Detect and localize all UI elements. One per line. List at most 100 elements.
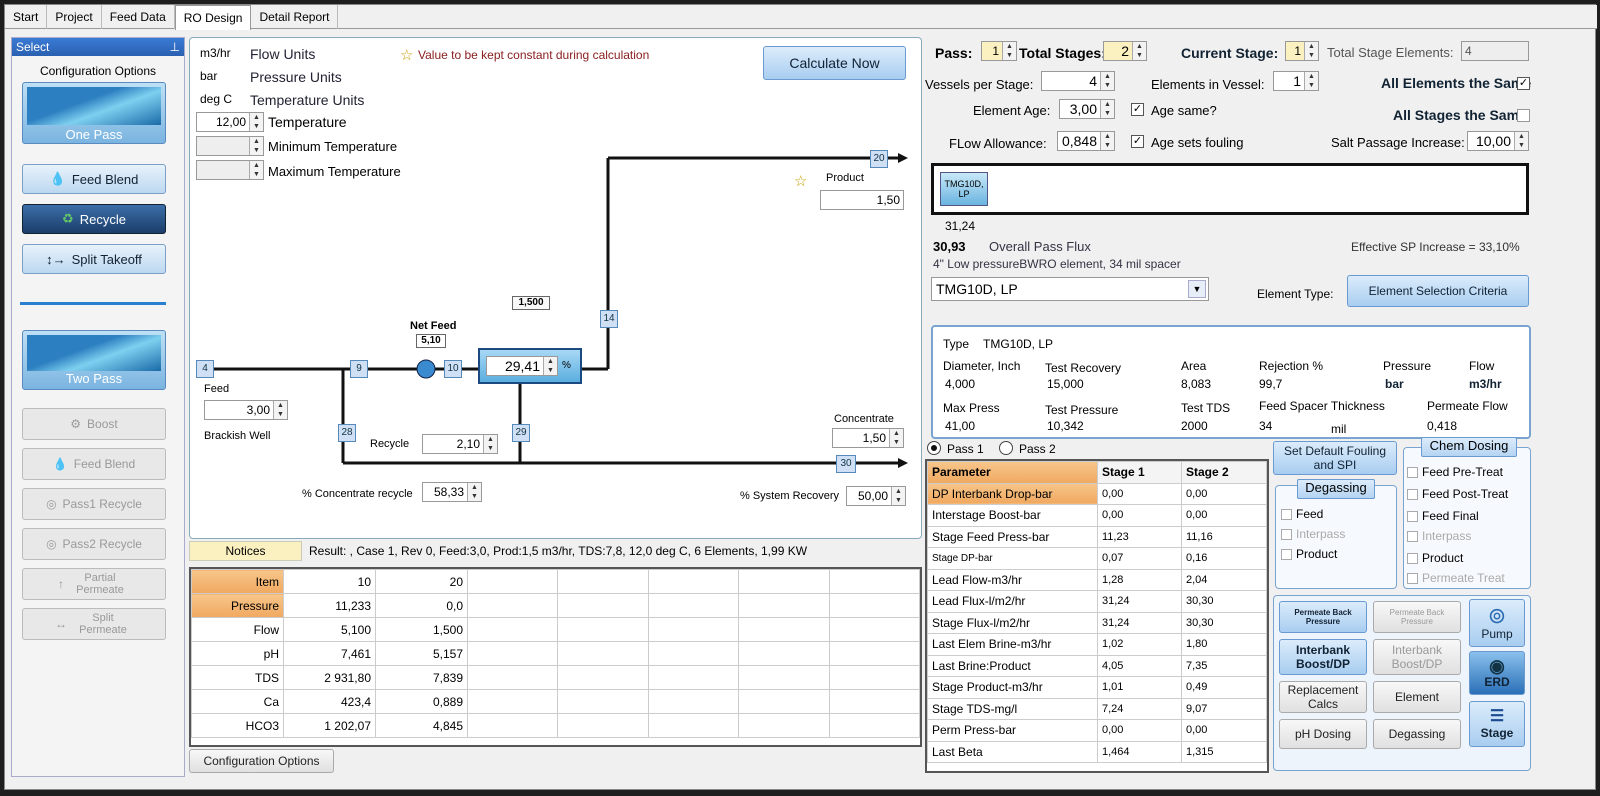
system-recovery-input[interactable]: 50,00 ▲ ▼ — [846, 486, 906, 506]
partial-permeate-button[interactable]: ↑ Partial Permeate — [22, 568, 166, 600]
node-30[interactable]: 30 — [836, 455, 856, 473]
set-default-fouling-button[interactable]: Set Default Fouling and SPI — [1273, 441, 1397, 475]
pass1-recycle-button[interactable]: ◎ Pass1 Recycle — [22, 488, 166, 520]
node-29[interactable]: 29 — [512, 424, 530, 442]
elements-vessel-input[interactable]: 1 ▲ ▼ — [1273, 71, 1319, 91]
element-button[interactable]: Element — [1373, 681, 1461, 713]
element-selection-criteria-button[interactable]: Element Selection Criteria — [1347, 275, 1529, 307]
table-row[interactable]: Ca 423,4 0,889 — [191, 689, 920, 714]
boost-button[interactable]: ⚙ Boost — [22, 408, 166, 440]
table-row[interactable]: pH 7,461 5,157 — [191, 641, 920, 666]
interbank-boost-button[interactable]: Interbank Boost/DP — [1279, 639, 1367, 675]
all-elements-same-checkbox[interactable]: ✓ — [1517, 77, 1530, 90]
table-row[interactable]: Lead Flux-l/m2/hr 31,24 30,30 — [927, 590, 1267, 613]
chem-pre-treat-checkbox[interactable]: Feed Pre-Treat — [1407, 465, 1503, 479]
product-input[interactable]: 1,50 — [820, 190, 904, 210]
configuration-options-button[interactable]: Configuration Options — [189, 749, 334, 773]
spin-arrows-icon[interactable]: ▲ ▼ — [1514, 132, 1528, 150]
spin-arrows-icon[interactable]: ▲ ▼ — [889, 429, 903, 447]
spin-arrows-icon[interactable]: ▲ ▼ — [1304, 72, 1318, 90]
element-select[interactable]: TMG10D, LP ▼ — [931, 277, 1209, 301]
table-row[interactable]: Perm Press-bar 0,00 0,00 — [927, 719, 1267, 742]
table-row[interactable]: HCO3 1 202,07 4,845 — [191, 713, 920, 738]
pump-icon[interactable] — [416, 359, 436, 379]
permeate-back-pressure-button[interactable]: Permeate Back Pressure — [1279, 601, 1367, 633]
feed-blend-disabled-button[interactable]: 💧 Feed Blend — [22, 448, 166, 480]
table-row[interactable]: TDS 2 931,80 7,839 — [191, 665, 920, 690]
table-row[interactable]: Pressure 11,233 0,0 — [191, 593, 920, 618]
two-pass-button[interactable]: Two Pass — [22, 330, 166, 390]
node-28[interactable]: 28 — [338, 424, 356, 442]
flow-allowance-input[interactable]: 0,848 ▲ ▼ — [1057, 131, 1115, 151]
pass2-recycle-button[interactable]: ◎ Pass2 Recycle — [22, 528, 166, 560]
node-9[interactable]: 9 — [350, 360, 368, 378]
degassing-button[interactable]: Degassing — [1373, 719, 1461, 749]
concentrate-input[interactable]: 1,50 ▲ ▼ — [832, 428, 904, 448]
table-row[interactable]: Stage Feed Press-bar 11,23 11,16 — [927, 525, 1267, 548]
replacement-calcs-button[interactable]: Replacement Calcs — [1279, 681, 1367, 713]
feed-input[interactable]: 3,00 ▲ ▼ — [204, 400, 288, 420]
chem-product-checkbox[interactable]: Product — [1407, 551, 1463, 565]
spin-arrows-icon[interactable]: ▲ ▼ — [273, 401, 287, 419]
one-pass-button[interactable]: One Pass — [22, 82, 166, 144]
table-row[interactable]: Stage TDS-mg/l 7,24 9,07 — [927, 697, 1267, 720]
chem-permeate-treat-checkbox[interactable]: Permeate Treat — [1407, 571, 1505, 585]
age-same-checkbox[interactable]: ✓ — [1131, 103, 1144, 116]
table-row[interactable]: Flow 5,100 1,500 — [191, 617, 920, 642]
erd-button[interactable]: ◉ ERD — [1469, 651, 1525, 695]
table-row[interactable]: Last Brine:Product 4,05 7,35 — [927, 654, 1267, 677]
concentrate-recycle-input[interactable]: 58,33 ▲ ▼ — [422, 482, 482, 502]
salt-passage-input[interactable]: 10,00 ▲ ▼ — [1467, 131, 1529, 151]
table-row[interactable]: Last Elem Brine-m3/hr 1,02 1,80 — [927, 633, 1267, 656]
notices-button[interactable]: Notices — [189, 541, 302, 561]
chem-final-checkbox[interactable]: Feed Final — [1407, 509, 1479, 523]
spin-arrows-icon[interactable]: ▲ ▼ — [543, 357, 557, 375]
recycle-button[interactable]: ♻ Recycle — [22, 204, 166, 234]
chevron-down-icon[interactable]: ▼ — [1188, 280, 1206, 298]
tab-detail-report[interactable]: Detail Report — [251, 5, 339, 29]
table-row[interactable]: Last Beta 1,464 1,315 — [927, 740, 1267, 763]
membrane-block[interactable]: 29,41 ▲ ▼ % — [478, 348, 582, 384]
node-20[interactable]: 20 — [870, 150, 888, 168]
spin-arrows-icon[interactable]: ▲ ▼ — [1304, 42, 1318, 60]
permeate-back-pressure-disabled-button[interactable]: Permeate Back Pressure — [1373, 601, 1461, 633]
recycle-input[interactable]: 2,10 ▲ ▼ — [422, 434, 498, 454]
table-row[interactable]: Stage Product-m3/hr 1,01 0,49 — [927, 676, 1267, 699]
spin-arrows-icon[interactable]: ▲ ▼ — [1100, 72, 1114, 90]
degassing-product-checkbox[interactable]: Product — [1281, 547, 1337, 561]
table-row[interactable]: Lead Flow-m3/hr 1,28 2,04 — [927, 568, 1267, 591]
spin-arrows-icon[interactable]: ▲ ▼ — [483, 435, 497, 453]
node-14[interactable]: 14 — [600, 310, 618, 328]
tab-ro-design[interactable]: RO Design — [174, 5, 252, 30]
spin-arrows-icon[interactable]: ▲ ▼ — [467, 483, 481, 501]
pass-input[interactable]: 1 ▲ ▼ — [981, 41, 1017, 61]
node-4[interactable]: 4 — [196, 360, 214, 378]
chem-interpass-checkbox[interactable]: Interpass — [1407, 529, 1471, 543]
vessels-input[interactable]: 4 ▲ ▼ — [1041, 71, 1115, 91]
spin-arrows-icon[interactable]: ▲ ▼ — [891, 487, 905, 505]
pump-button[interactable]: ⊚ Pump — [1469, 599, 1525, 647]
interbank-boost-disabled-button[interactable]: Interbank Boost/DP — [1373, 639, 1461, 675]
tab-feed-data[interactable]: Feed Data — [102, 5, 175, 29]
tab-project[interactable]: Project — [47, 5, 102, 29]
tab-start[interactable]: Start — [5, 5, 48, 29]
split-takeoff-button[interactable]: ↕→ Split Takeoff — [22, 244, 166, 274]
current-stage-input[interactable]: 1 ▲ ▼ — [1285, 41, 1319, 61]
spin-arrows-icon[interactable]: ▲ ▼ — [1100, 100, 1114, 118]
recovery-input[interactable]: 29,41 ▲ ▼ — [486, 356, 558, 376]
pass1-radio[interactable] — [927, 441, 941, 455]
spin-arrows-icon[interactable]: ▲ ▼ — [1100, 132, 1114, 150]
pass2-radio[interactable] — [999, 441, 1013, 455]
all-stages-same-checkbox[interactable] — [1517, 109, 1530, 122]
degassing-feed-checkbox[interactable]: Feed — [1281, 507, 1323, 521]
split-permeate-button[interactable]: ↔ Split Permeate — [22, 608, 166, 640]
chem-post-treat-checkbox[interactable]: Feed Post-Treat — [1407, 487, 1508, 501]
total-stages-input[interactable]: 2 ▲ ▼ — [1103, 41, 1147, 61]
feed-blend-button[interactable]: 💧 Feed Blend — [22, 164, 166, 194]
table-row[interactable]: DP Interbank Drop-bar 0,00 0,00 — [927, 482, 1267, 505]
pin-icon[interactable]: ⊥ — [170, 40, 180, 54]
element-chip[interactable]: TMG10D, LP — [940, 172, 988, 206]
table-row[interactable]: Stage Flux-l/m2/hr 31,24 30,30 — [927, 611, 1267, 634]
spin-arrows-icon[interactable]: ▲ ▼ — [1002, 42, 1016, 60]
table-row[interactable]: Stage DP-bar 0,07 0,16 — [927, 547, 1267, 570]
